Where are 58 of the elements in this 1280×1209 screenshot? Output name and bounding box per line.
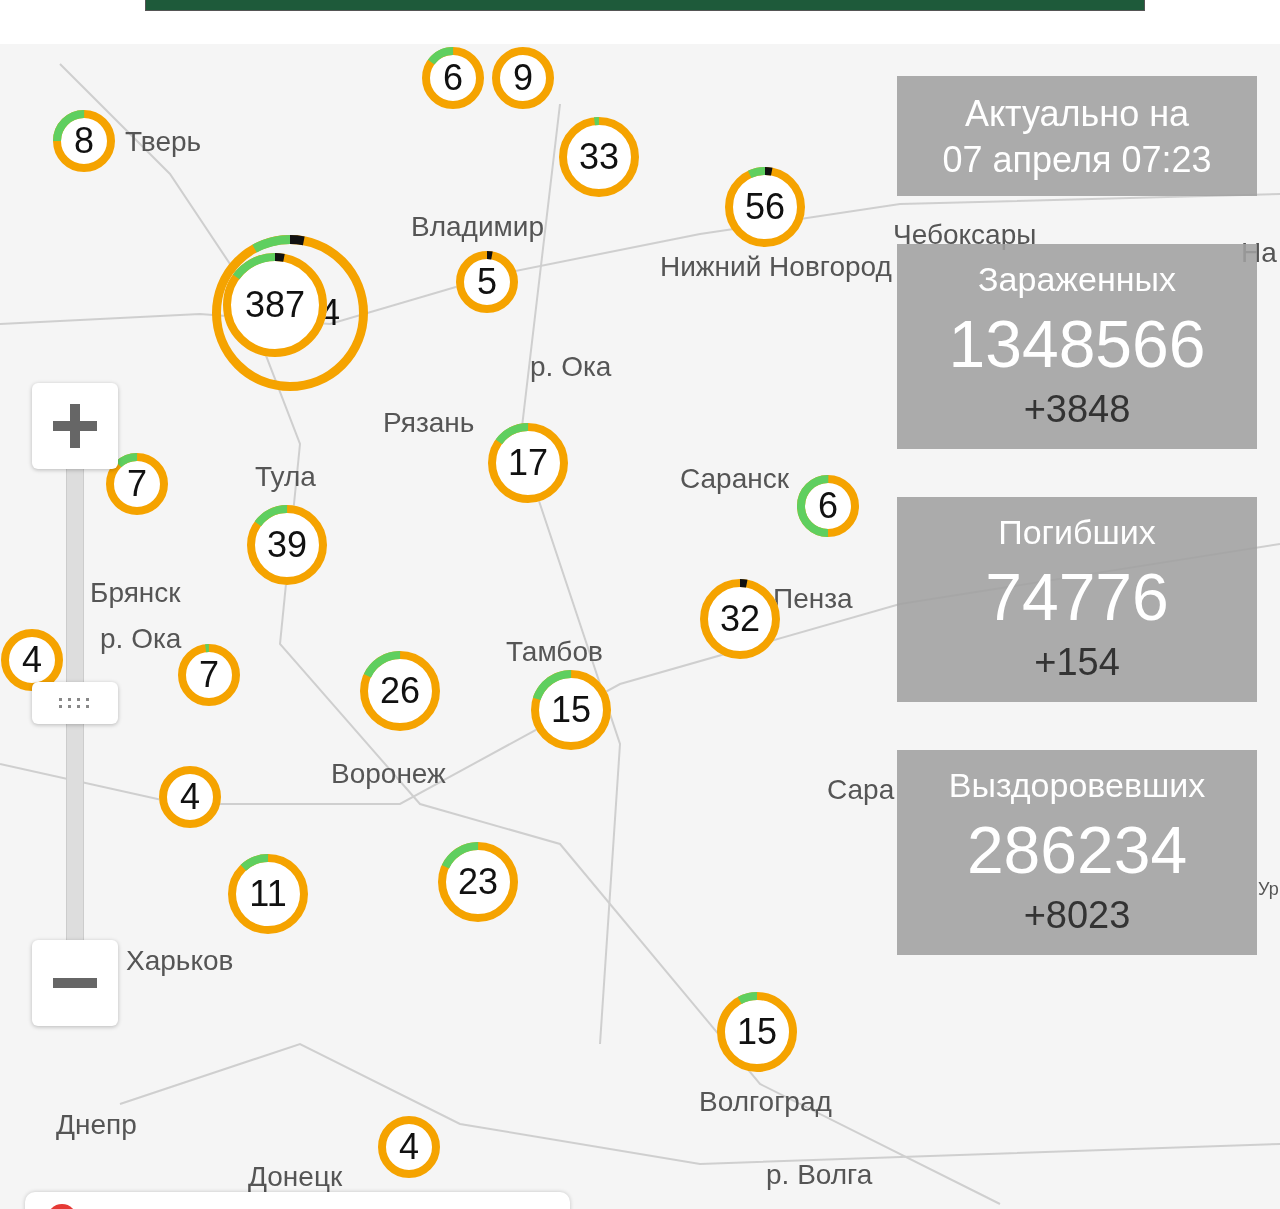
stat-delta: +3848	[1023, 388, 1131, 431]
cluster-count: 5	[477, 264, 497, 300]
grip-icon	[58, 698, 92, 708]
zoom-out-button[interactable]	[32, 940, 118, 1026]
stat-label: Зараженных	[978, 260, 1176, 299]
city-label: Волгоград	[699, 1085, 832, 1119]
city-label: Днепр	[56, 1108, 137, 1142]
city-label: Брянск	[90, 576, 181, 610]
zoom-slider-handle[interactable]	[32, 682, 118, 724]
city-label: Тамбов	[506, 635, 603, 669]
update-label: Актуально на	[964, 92, 1190, 136]
stat-delta: +154	[1034, 641, 1120, 684]
city-label: Владимир	[411, 210, 545, 244]
stat-value: 1348566	[948, 308, 1206, 379]
cluster-count: 33	[578, 139, 619, 175]
stat-delta: +8023	[1023, 894, 1131, 937]
cluster-count: 56	[744, 189, 785, 225]
stat-label: Выздоровевших	[948, 766, 1206, 805]
cluster-count: 17	[507, 445, 548, 481]
city-label: р. Волга	[766, 1158, 873, 1192]
city-label: р. Ока	[530, 350, 612, 384]
cluster-count: 6	[443, 60, 463, 96]
stat-value: 286234	[966, 814, 1188, 885]
cluster-count: 4	[180, 779, 200, 815]
cluster-count: 8	[74, 123, 94, 159]
city-label: Нижний Новгород	[660, 250, 892, 284]
cluster-count: 4	[22, 642, 42, 678]
cluster-count: 4	[399, 1129, 419, 1165]
cluster-count: 9	[513, 60, 533, 96]
cluster-count: 6	[818, 488, 838, 524]
city-label: Сара	[827, 773, 895, 807]
cluster-count: 7	[127, 466, 147, 502]
plus-icon	[53, 404, 97, 448]
stat-label: Погибших	[998, 513, 1156, 552]
cluster-ring	[456, 251, 518, 313]
update-datetime: 07 апреля 07:23	[942, 138, 1212, 182]
stat-value: 74776	[985, 561, 1169, 632]
minus-icon	[53, 978, 97, 988]
cluster-count: 39	[266, 527, 307, 563]
cluster-count: 15	[736, 1014, 777, 1050]
city-label: Саранск	[680, 462, 789, 496]
cluster-count: 32	[719, 601, 760, 637]
city-label: Чебоксары	[893, 218, 1037, 252]
city-label: Донецк	[248, 1160, 343, 1194]
city-label: Харьков	[126, 944, 234, 978]
city-label: Рязань	[383, 406, 475, 440]
cluster-count: 15	[550, 692, 591, 728]
city-label: Тула	[255, 460, 316, 494]
city-label: Ур	[1258, 878, 1279, 901]
cluster-count: 26	[379, 673, 420, 709]
city-label: Воронеж	[331, 757, 446, 791]
cluster-count: 23	[457, 864, 498, 900]
city-label: На	[1241, 236, 1277, 270]
zoom-in-button[interactable]	[32, 383, 118, 469]
cluster-count: 11	[249, 876, 287, 912]
city-label: Тверь	[125, 125, 202, 159]
cluster-count: 387	[244, 287, 306, 323]
cluster-count: 7	[199, 657, 219, 693]
